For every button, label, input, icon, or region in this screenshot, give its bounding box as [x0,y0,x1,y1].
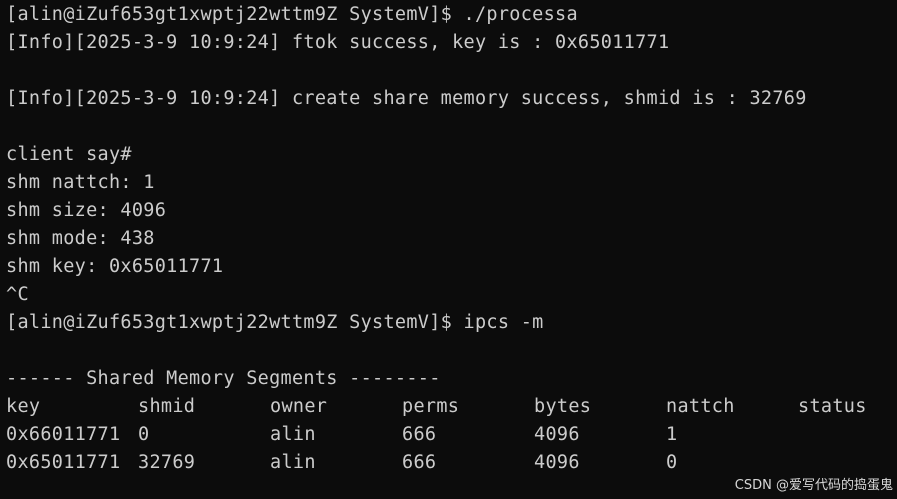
terminal-line-shm-nattch: shm nattch: 1 [6,172,155,193]
ipcs-cell-owner: alin [270,424,316,445]
terminal-line-shm-create-info: [Info][2025-3-9 10:9:24] create share me… [6,88,807,109]
table-row: 0x65011771 32769 alin 666 4096 0 [0,449,897,477]
terminal-line-command-ipcs: [alin@iZuf653gt1xwptj22wttm9Z SystemV]$ … [6,312,544,333]
ipcs-header-nattch: nattch [666,396,735,417]
ipcs-header-shmid: shmid [138,396,196,417]
ipcs-header-owner: owner [270,396,328,417]
table-row: 0x66011771 0 alin 666 4096 1 [0,421,897,449]
terminal-line-client-say: client say# [6,144,132,165]
ipcs-cell-owner: alin [270,452,316,473]
terminal-window[interactable]: [alin@iZuf653gt1xwptj22wttm9Z SystemV]$ … [0,0,897,499]
ipcs-cell-key: 0x66011771 [6,424,121,445]
ipcs-header-perms: perms [402,396,460,417]
terminal-line-shm-key: shm key: 0x65011771 [6,256,224,277]
terminal-line-shm-mode: shm mode: 438 [6,228,155,249]
ipcs-header-bytes: bytes [534,396,592,417]
terminal-line-shm-segments-title: ------ Shared Memory Segments -------- [6,368,441,389]
ipcs-header-status: status [798,396,867,417]
ipcs-table-header: key shmid owner perms bytes nattch statu… [0,393,897,421]
terminal-line-shm-size: shm size: 4096 [6,200,167,221]
terminal-line-command-processa: [alin@iZuf653gt1xwptj22wttm9Z SystemV]$ … [6,4,578,25]
ipcs-cell-nattch: 0 [666,452,678,473]
ipcs-cell-key: 0x65011771 [6,452,121,473]
ipcs-cell-nattch: 1 [666,424,678,445]
csdn-watermark: CSDN @爱写代码的捣蛋鬼 [734,478,893,493]
ipcs-cell-perms: 666 [402,452,437,473]
terminal-line-ftok-info: [Info][2025-3-9 10:9:24] ftok success, k… [6,32,670,53]
ipcs-header-key: key [6,396,41,417]
terminal-line-interrupt: ^C [6,284,29,305]
ipcs-cell-perms: 666 [402,424,437,445]
ipcs-cell-shmid: 32769 [138,452,196,473]
ipcs-cell-shmid: 0 [138,424,150,445]
ipcs-cell-bytes: 4096 [534,424,580,445]
ipcs-cell-bytes: 4096 [534,452,580,473]
